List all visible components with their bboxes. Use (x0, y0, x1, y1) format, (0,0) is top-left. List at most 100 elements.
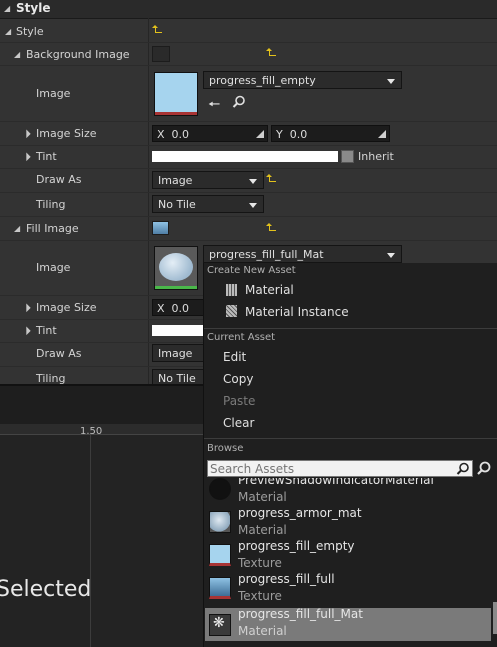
expand-arrow-icon[interactable]: ◢ (21, 128, 32, 139)
expand-arrow-icon[interactable]: ◢ (21, 325, 32, 336)
row-label-tint: Tint (36, 324, 57, 337)
menu-section-current: Current Asset (207, 332, 276, 343)
reset-to-default-icon[interactable] (266, 223, 276, 231)
asset-name: progress_fill_full (238, 572, 335, 586)
draw-as-value: Image (158, 174, 193, 187)
row-label-draw-as: Draw As (36, 347, 82, 360)
image-size-x-value: 0.0 (171, 128, 190, 141)
image-size-x-field[interactable]: X 0.0 (152, 125, 268, 142)
collapse-arrow-icon[interactable]: ◢ (14, 224, 20, 233)
row-divider (0, 240, 497, 241)
asset-picker-dropdown[interactable]: progress_fill_full_Mat (203, 245, 402, 263)
collapse-arrow-icon[interactable]: ◢ (4, 4, 10, 13)
search-options-icon[interactable] (476, 461, 492, 477)
row-label-tiling: Tiling (36, 372, 66, 384)
asset-list-item[interactable]: PreviewShadowIndicatorMaterial Material (204, 478, 492, 506)
tiling-value: No Tile (158, 372, 196, 384)
draw-as-dropdown[interactable]: Image (152, 171, 264, 189)
texture-thumbnail (209, 544, 231, 566)
tiling-value: No Tile (158, 198, 196, 211)
style-section-header[interactable]: ◢ Style (0, 0, 497, 19)
menu-separator (204, 438, 497, 439)
image-size-y-field[interactable]: Y 0.0 (271, 125, 390, 142)
asset-picker-dropdown[interactable]: progress_fill_empty (203, 71, 402, 89)
material-thumbnail: ❋ (209, 614, 231, 636)
material-thumbnail[interactable] (154, 246, 198, 290)
search-input[interactable] (210, 461, 450, 476)
row-label-background-image: Background Image (26, 48, 130, 61)
asset-list-item[interactable]: progress_armor_mat Material (204, 506, 492, 539)
asset-name: PreviewShadowIndicatorMaterial (238, 478, 434, 487)
row-label-draw-as: Draw As (36, 173, 82, 186)
texture-thumbnail[interactable] (154, 72, 198, 116)
material-thumbnail (209, 478, 231, 500)
inherit-checkbox[interactable] (341, 150, 354, 163)
time-tick-label: 1.50 (80, 426, 103, 437)
row-label-image-size: Image Size (36, 127, 97, 140)
asset-picker-menu: Create New Asset Material Material Insta… (203, 263, 497, 647)
row-label-image: Image (36, 87, 71, 100)
browse-magnifier-icon[interactable] (232, 95, 246, 109)
asset-picker-value: progress_fill_full_Mat (209, 248, 324, 261)
row-divider (0, 192, 497, 193)
tiling-dropdown[interactable]: No Tile (152, 195, 264, 213)
column-divider[interactable] (148, 18, 149, 384)
material-instance-icon (226, 305, 237, 317)
asset-list[interactable]: PreviewShadowIndicatorMaterial Material … (204, 478, 497, 647)
asset-list-item[interactable]: progress_fill_empty Texture (204, 539, 492, 572)
reset-to-default-icon[interactable] (266, 174, 276, 182)
chevron-down-icon (387, 79, 395, 84)
scrollbar-thumb[interactable] (493, 602, 497, 634)
menu-item-edit[interactable]: Edit (223, 350, 246, 364)
asset-name: progress_fill_full_Mat (238, 607, 363, 621)
menu-separator (204, 328, 497, 329)
row-label-tiling: Tiling (36, 198, 66, 211)
asset-list-item-selected[interactable]: ❋ progress_fill_full_Mat Material (205, 607, 491, 641)
draw-as-value: Image (158, 347, 193, 360)
expand-arrow-icon[interactable]: ◢ (21, 151, 32, 162)
texture-thumbnail (209, 577, 231, 599)
tint-color-swatch[interactable] (152, 151, 338, 162)
menu-item-copy[interactable]: Copy (223, 372, 253, 386)
menu-item-paste[interactable]: Paste (223, 394, 255, 408)
background-image-preview (152, 46, 170, 62)
row-divider (0, 145, 497, 146)
chevron-down-icon (249, 179, 257, 184)
search-icon (456, 462, 469, 475)
use-selected-asset-arrow-icon[interactable]: 🠔 (208, 94, 220, 118)
asset-type: Material (238, 523, 287, 537)
reset-to-default-icon[interactable] (266, 48, 276, 56)
asset-type: Texture (238, 556, 282, 570)
row-divider (0, 42, 497, 43)
expand-arrow-icon[interactable]: ◢ (21, 302, 32, 313)
image-size-x-value: 0.0 (171, 302, 190, 315)
section-title: Style (16, 1, 51, 15)
material-icon (226, 284, 237, 296)
collapse-arrow-icon[interactable]: ◢ (5, 27, 11, 36)
row-label-image-size: Image Size (36, 301, 97, 314)
image-size-y-value: 0.0 (289, 128, 308, 141)
row-divider (0, 121, 497, 122)
collapse-arrow-icon[interactable]: ◢ (14, 50, 20, 59)
asset-type: Material (238, 490, 287, 504)
asset-list-item[interactable]: progress_fill_full Texture (204, 572, 492, 605)
row-label-tint: Tint (36, 150, 57, 163)
drag-handle-icon (378, 130, 386, 138)
menu-item-new-material[interactable]: Material (245, 283, 294, 297)
reset-to-default-icon[interactable] (152, 25, 162, 33)
search-assets-field[interactable] (207, 460, 473, 477)
selected-overlay-text: Selected (0, 577, 92, 602)
row-label-image: Image (36, 261, 71, 274)
row-divider (0, 65, 497, 66)
inherit-label: Inherit (358, 150, 394, 163)
axis-x-label: X (157, 128, 165, 141)
asset-name: progress_armor_mat (238, 506, 362, 520)
menu-item-clear[interactable]: Clear (223, 416, 254, 430)
time-gridline (90, 435, 91, 647)
fill-image-preview (152, 221, 169, 235)
menu-item-new-material-instance[interactable]: Material Instance (245, 305, 349, 319)
axis-x-label: X (157, 302, 165, 315)
asset-type: Texture (238, 589, 282, 603)
chevron-down-icon (249, 203, 257, 208)
asset-picker-value: progress_fill_empty (209, 74, 316, 87)
